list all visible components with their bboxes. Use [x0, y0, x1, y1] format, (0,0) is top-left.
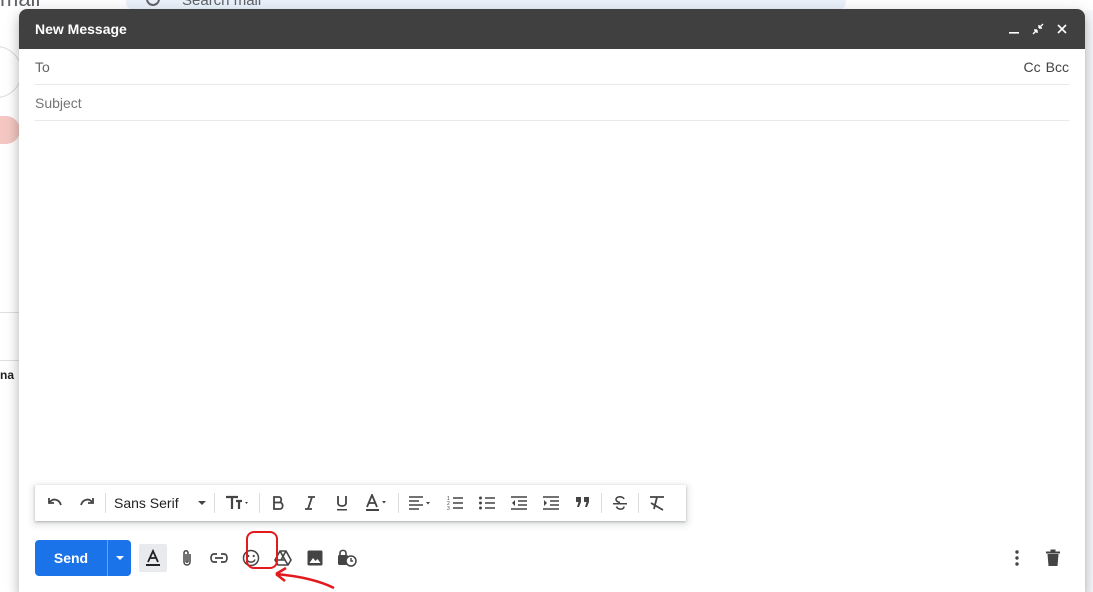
- align-icon[interactable]: [401, 489, 439, 517]
- discard-draft-icon[interactable]: [1037, 542, 1069, 574]
- formatting-toolbar: Sans Serif 123: [35, 485, 686, 521]
- svg-text:3: 3: [447, 506, 450, 511]
- indent-more-icon[interactable]: [535, 489, 567, 517]
- bulleted-list-icon[interactable]: [471, 489, 503, 517]
- fullscreen-exit-icon[interactable]: [1031, 22, 1045, 36]
- compose-actions-bar: Send: [35, 540, 1069, 576]
- subject-field[interactable]: [35, 85, 1069, 121]
- underline-icon[interactable]: [326, 489, 358, 517]
- cc-link[interactable]: Cc: [1024, 59, 1041, 75]
- toolbar-divider: [601, 493, 602, 513]
- toolbar-divider: [638, 493, 639, 513]
- to-input[interactable]: [59, 58, 1024, 75]
- quote-icon[interactable]: [567, 489, 599, 517]
- send-button[interactable]: Send: [35, 540, 107, 576]
- toolbar-divider: [105, 493, 106, 513]
- toolbar-divider: [398, 493, 399, 513]
- formatting-options-icon[interactable]: [139, 544, 167, 572]
- text-size-icon[interactable]: [217, 489, 257, 517]
- message-body[interactable]: [35, 121, 1069, 481]
- chevron-down-icon: [198, 501, 206, 505]
- inbox-nav-highlight: [0, 116, 20, 144]
- text-color-icon[interactable]: [358, 489, 396, 517]
- chevron-down-icon: [115, 556, 124, 560]
- google-drive-icon[interactable]: [267, 542, 299, 574]
- to-field[interactable]: To Cc Bcc: [35, 49, 1069, 85]
- insert-link-icon[interactable]: [203, 542, 235, 574]
- remove-formatting-icon[interactable]: [641, 489, 673, 517]
- minimize-icon[interactable]: [1007, 22, 1021, 36]
- more-options-icon[interactable]: [1001, 542, 1033, 574]
- numbered-list-icon[interactable]: 123: [439, 489, 471, 517]
- undo-icon[interactable]: [39, 489, 71, 517]
- right-panel: [1085, 10, 1093, 592]
- divider: [0, 360, 20, 361]
- subject-input[interactable]: [35, 94, 1069, 111]
- font-select-value: Sans Serif: [114, 495, 179, 511]
- sidebar-text: na: [0, 368, 15, 382]
- insert-photo-icon[interactable]: [299, 542, 331, 574]
- confidential-mode-icon[interactable]: [331, 542, 363, 574]
- close-icon[interactable]: [1055, 22, 1069, 36]
- send-button-group: Send: [35, 540, 131, 576]
- attach-file-icon[interactable]: [171, 542, 203, 574]
- compose-title: New Message: [35, 21, 127, 37]
- redo-icon[interactable]: [71, 489, 103, 517]
- compose-titlebar[interactable]: New Message: [19, 9, 1085, 49]
- compose-window: New Message To Cc Bcc Subject Sans Serif…: [19, 9, 1085, 592]
- search-placeholder: Search mail: [182, 0, 262, 9]
- schedule-send-dropdown[interactable]: [107, 540, 131, 576]
- toolbar-divider: [259, 493, 260, 513]
- toolbar-divider: [214, 493, 215, 513]
- bcc-link[interactable]: Bcc: [1046, 59, 1069, 75]
- strikethrough-icon[interactable]: [604, 489, 636, 517]
- insert-emoji-icon[interactable]: [235, 542, 267, 574]
- indent-less-icon[interactable]: [503, 489, 535, 517]
- font-select[interactable]: Sans Serif: [108, 489, 212, 517]
- to-label: To: [35, 58, 50, 75]
- bold-icon[interactable]: [262, 489, 294, 517]
- divider: [0, 312, 20, 313]
- italic-icon[interactable]: [294, 489, 326, 517]
